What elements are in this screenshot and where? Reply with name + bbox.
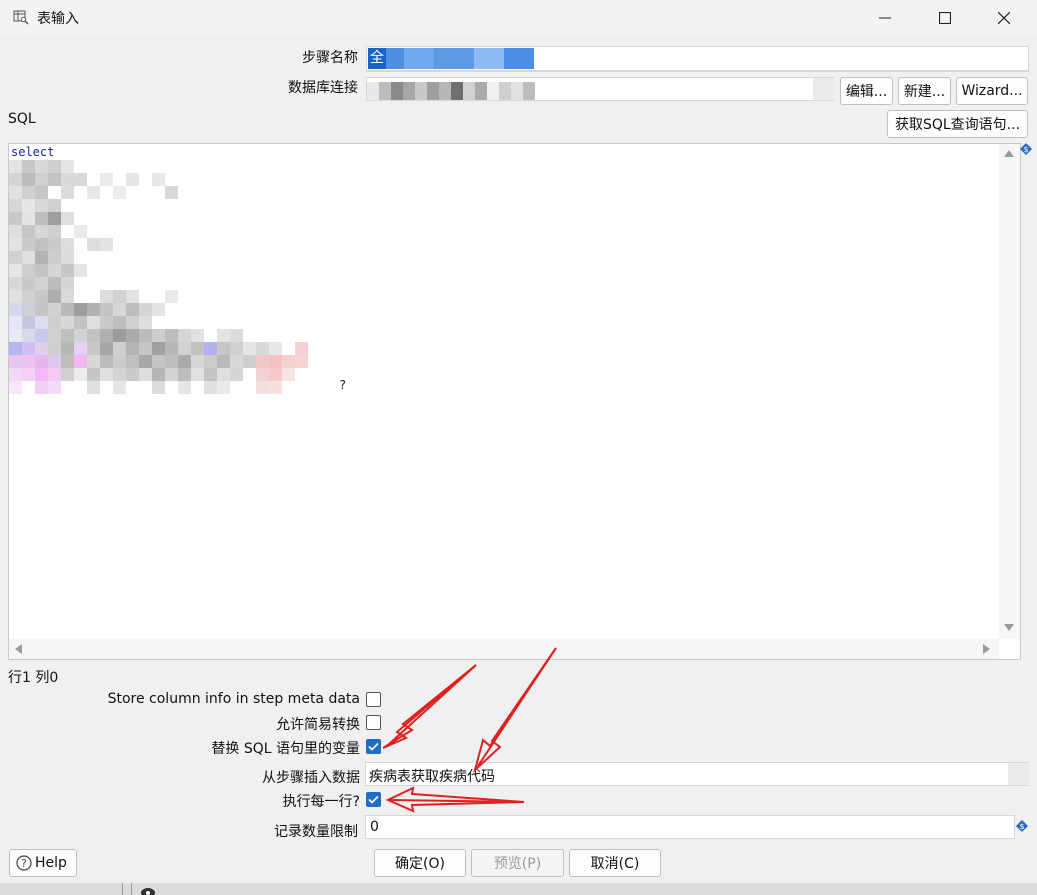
execute-each-row-checkbox[interactable] [366, 792, 381, 807]
ok-button[interactable]: 确定(O) [374, 849, 466, 877]
scroll-right-icon [983, 644, 990, 654]
background-app-strip [0, 883, 1037, 895]
db-connection-dropdown[interactable] [813, 78, 834, 100]
sql-label: SQL [8, 111, 36, 127]
svg-text:$: $ [1023, 145, 1028, 154]
edit-connection-button[interactable]: 编辑... [840, 77, 893, 105]
close-button[interactable] [981, 0, 1027, 36]
cursor-position-status: 行1 列0 [8, 670, 59, 686]
help-label: Help [35, 855, 67, 871]
lazy-conversion-checkbox[interactable] [366, 715, 381, 730]
annotation-arrow [382, 664, 477, 749]
execute-each-row-label: 执行每一行? [282, 794, 360, 810]
cancel-button[interactable]: 取消(C) [569, 849, 661, 877]
minimize-button[interactable] [862, 0, 908, 36]
limit-value: 0 [370, 819, 379, 835]
eye-icon [141, 888, 155, 895]
db-connection-select[interactable] [366, 77, 834, 101]
store-column-info-checkbox[interactable] [366, 692, 381, 707]
maximize-button[interactable] [922, 0, 968, 36]
store-column-info-label: Store column info in step meta data [107, 691, 360, 707]
limit-input[interactable]: 0 [365, 815, 1015, 839]
step-name-label: 步骤名称 [302, 50, 358, 66]
scroll-left-icon [15, 644, 22, 654]
variable-marker-icon: $ [1016, 820, 1028, 836]
get-sql-button[interactable]: 获取SQL查询语句... [887, 110, 1028, 138]
background-divider [122, 883, 132, 895]
limit-label: 记录数量限制 [274, 824, 358, 840]
sql-editor[interactable]: select ? [8, 143, 1021, 660]
new-connection-button[interactable]: 新建... [898, 77, 951, 105]
maximize-icon [939, 12, 951, 24]
sql-redacted-content [9, 160, 319, 450]
sql-vertical-scrollbar[interactable] [999, 144, 1020, 639]
sql-parameter-mark: ? [339, 378, 347, 392]
step-name-input[interactable]: 全 [366, 46, 1029, 72]
step-name-selection: 全 [368, 48, 534, 69]
scroll-down-icon [1004, 624, 1014, 631]
svg-text:?: ? [21, 857, 27, 870]
sql-horizontal-scrollbar[interactable] [9, 639, 999, 659]
table-input-icon [13, 9, 29, 25]
minimize-icon [879, 17, 891, 19]
lazy-conversion-label: 允许简易转换 [276, 717, 360, 733]
insert-from-step-select[interactable]: 疾病表获取疾病代码 [365, 762, 1029, 786]
close-icon [998, 12, 1010, 24]
annotation-arrow [385, 786, 525, 813]
annotation-arrow [473, 647, 557, 774]
step-name-value: 全 [368, 48, 386, 69]
svg-text:$: $ [1019, 822, 1024, 831]
insert-from-step-label: 从步骤插入数据 [262, 770, 360, 786]
db-connection-redacted [367, 82, 547, 100]
scroll-up-icon [1004, 150, 1014, 157]
replace-variables-checkbox[interactable] [366, 739, 381, 754]
help-icon: ? [16, 855, 32, 871]
preview-button[interactable]: 预览(P) [471, 849, 564, 877]
title-bar: 表输入 [0, 0, 1037, 36]
wizard-button[interactable]: Wizard... [956, 77, 1028, 105]
insert-from-step-dropdown[interactable] [1008, 763, 1029, 785]
checkmark-icon [368, 742, 379, 751]
checkmark-icon [368, 795, 379, 804]
help-button[interactable]: ? Help [9, 849, 77, 877]
db-connection-label: 数据库连接 [288, 80, 358, 96]
sql-variable-marker-icon: $ [1020, 143, 1032, 159]
sql-keyword-select: select [11, 145, 55, 159]
replace-variables-label: 替换 SQL 语句里的变量 [211, 741, 360, 757]
window-title: 表输入 [37, 11, 79, 27]
insert-from-step-value: 疾病表获取疾病代码 [369, 769, 495, 785]
